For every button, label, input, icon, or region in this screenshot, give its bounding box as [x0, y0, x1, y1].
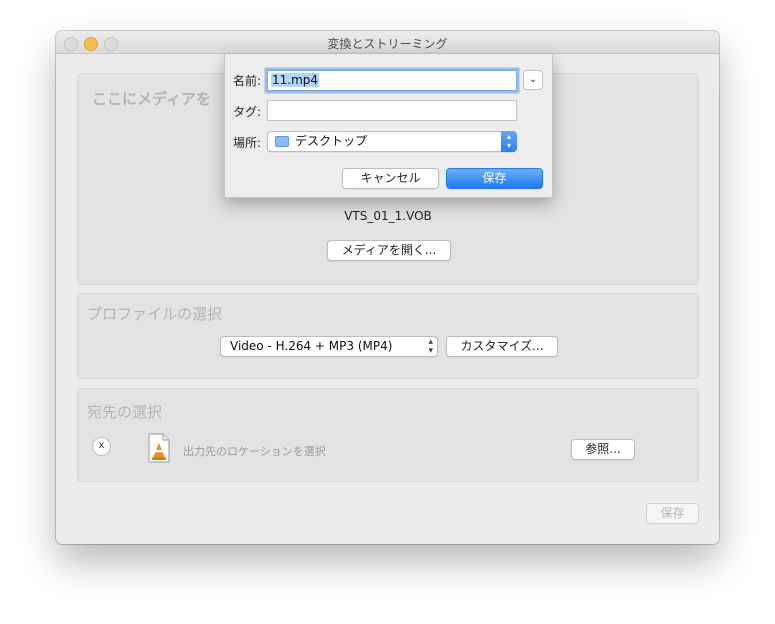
tags-input[interactable]: [267, 100, 517, 121]
chevron-down-icon[interactable]: ⌄: [523, 70, 543, 90]
profile-select-value: Video - H.264 + MP3 (MP4): [230, 339, 393, 353]
where-select-value: デスクトップ: [295, 134, 368, 148]
vlc-cone-icon: [148, 433, 170, 463]
updown-arrows-icon: ▴ ▾: [428, 337, 433, 356]
file-name-input[interactable]: 11.mp4: [267, 70, 517, 91]
save-button[interactable]: 保存: [446, 168, 543, 189]
media-file-name: VTS_01_1.VOB: [344, 209, 432, 223]
profile-panel-heading: プロファイルの選択: [87, 305, 223, 323]
where-label: 場所:: [233, 136, 262, 150]
browse-destination-button[interactable]: 参照...: [571, 439, 635, 460]
cancel-button[interactable]: キャンセル: [342, 168, 439, 189]
name-label: 名前:: [233, 74, 262, 88]
save-sheet-dialog: 名前: 11.mp4 ⌄ タグ: 場所: デスクトップ ▴ ▾ キャンセル 保存: [224, 54, 553, 198]
open-media-button[interactable]: メディアを開く...: [327, 240, 451, 261]
file-name-value: 11.mp4: [271, 73, 320, 87]
updown-arrows-icon: ▴ ▾: [501, 131, 517, 152]
save-button-disabled[interactable]: 保存: [646, 503, 699, 524]
media-panel-heading: ここにメディアを: [92, 90, 211, 108]
window-title: 変換とストリーミング: [327, 37, 448, 51]
title-bar[interactable]: 変換とストリーミング: [56, 31, 719, 54]
destination-panel: 宛先の選択 x 出力先のロケーションを選択 参照...: [77, 388, 699, 482]
folder-icon: [275, 136, 289, 147]
clear-destination-button[interactable]: x: [92, 437, 111, 456]
destination-panel-heading: 宛先の選択: [87, 403, 163, 421]
profile-select[interactable]: Video - H.264 + MP3 (MP4) ▴ ▾: [220, 336, 438, 357]
customize-profile-button[interactable]: カスタマイズ...: [446, 336, 558, 357]
tags-label: タグ:: [233, 105, 262, 119]
where-select[interactable]: デスクトップ ▴ ▾: [267, 131, 517, 152]
profile-panel: プロファイルの選択 Video - H.264 + MP3 (MP4) ▴ ▾ カ…: [77, 293, 699, 379]
destination-placeholder-label: 出力先のロケーションを選択: [183, 445, 326, 458]
